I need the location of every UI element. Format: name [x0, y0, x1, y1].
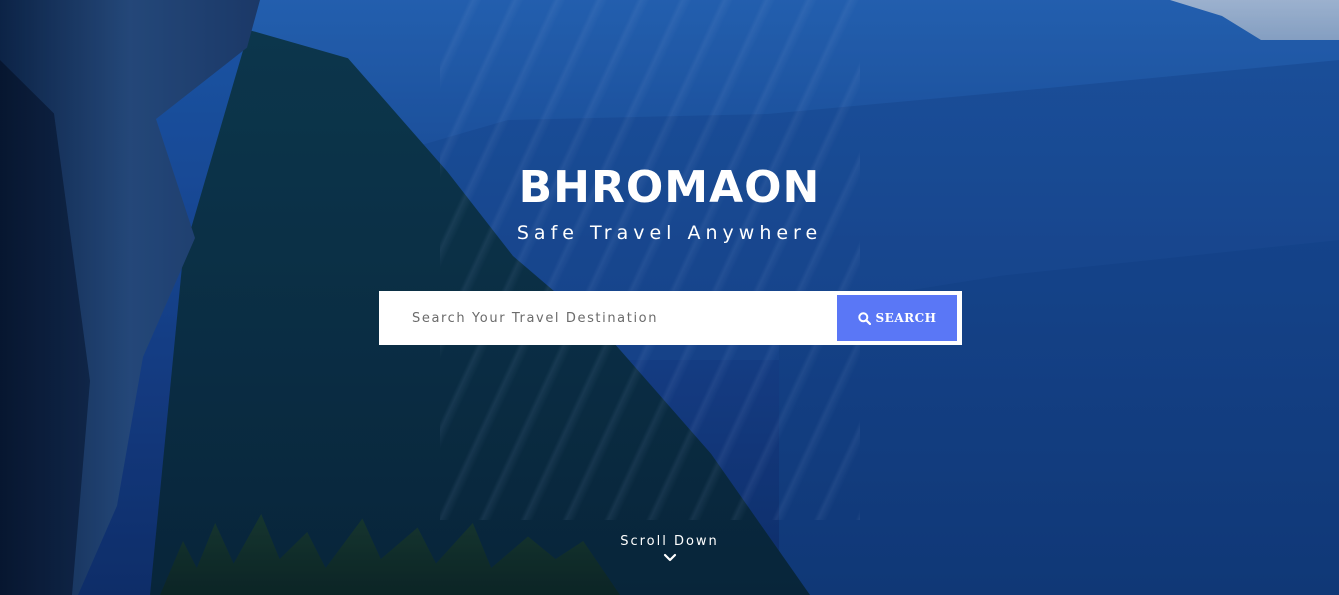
chevron-down-icon [663, 553, 676, 562]
search-icon [857, 311, 871, 325]
scroll-down-link[interactable]: Scroll Down [0, 533, 1339, 563]
brand-title: BHROMAON [518, 162, 821, 213]
hero-content: BHROMAON Safe Travel Anywhere SEARCH Scr… [0, 0, 1339, 595]
search-form: SEARCH [379, 291, 962, 345]
brand-tagline: Safe Travel Anywhere [516, 222, 823, 244]
search-button[interactable]: SEARCH [837, 295, 957, 341]
search-button-label: SEARCH [875, 311, 937, 325]
hero-section: BHROMAON Safe Travel Anywhere SEARCH Scr… [0, 0, 1339, 595]
scroll-down-label: Scroll Down [620, 534, 719, 549]
search-input[interactable] [379, 291, 837, 345]
